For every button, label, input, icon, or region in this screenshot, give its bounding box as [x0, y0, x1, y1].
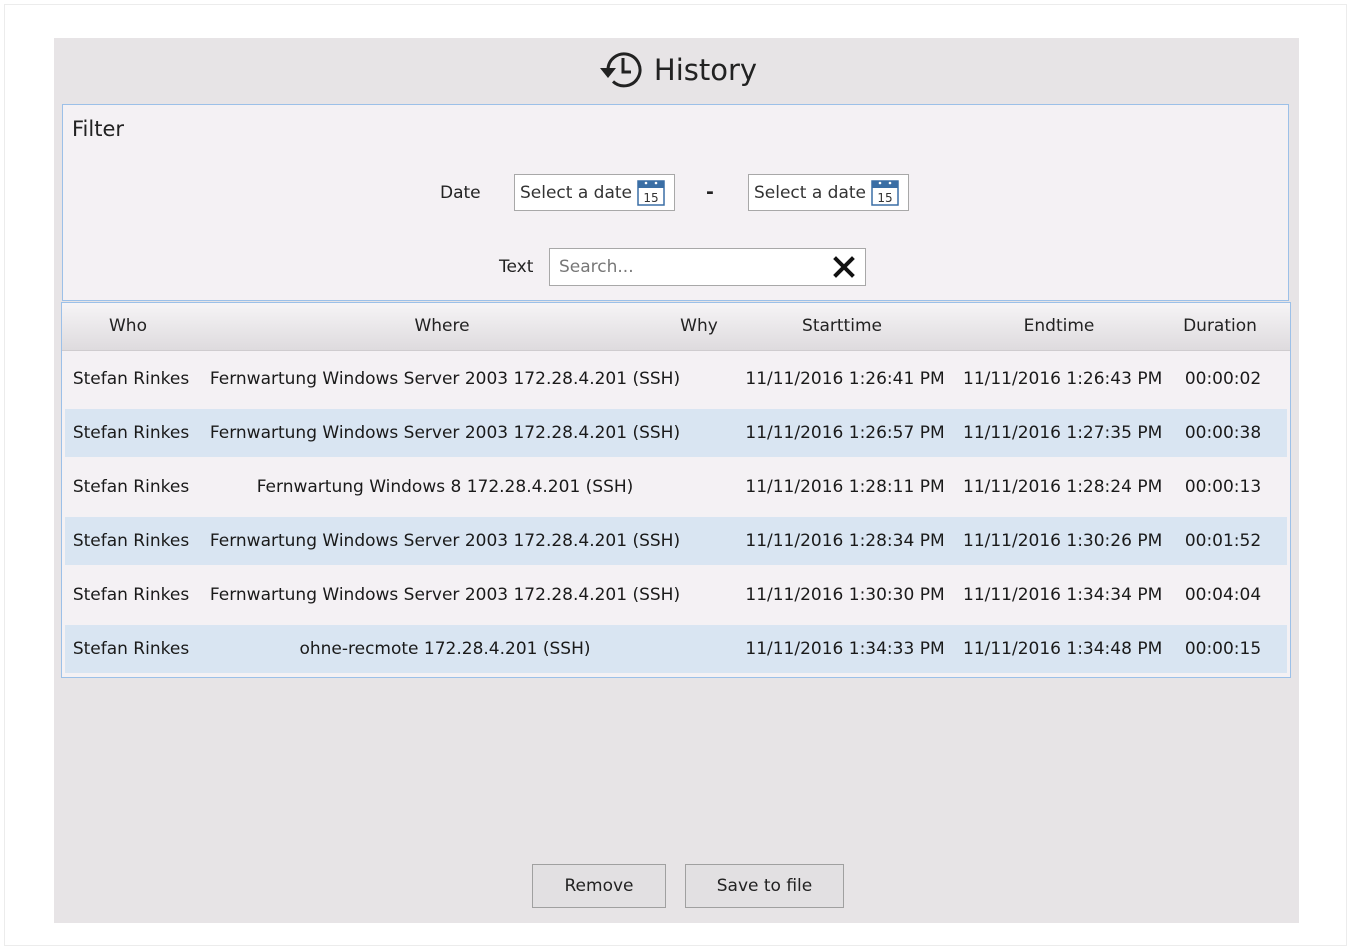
- cell-where: Fernwartung Windows Server 2003 172.28.4…: [209, 531, 681, 551]
- cell-endtime: 11/11/2016 1:34:48 PM: [963, 639, 1163, 659]
- cell-why: [677, 571, 727, 619]
- calendar-day: 15: [643, 191, 658, 205]
- table-row[interactable]: Stefan Rinkes Fernwartung Windows Server…: [65, 355, 1287, 403]
- cell-endtime: 11/11/2016 1:34:34 PM: [963, 585, 1163, 605]
- cell-starttime: 11/11/2016 1:26:41 PM: [745, 369, 945, 389]
- cell-where: Fernwartung Windows 8 172.28.4.201 (SSH): [256, 477, 634, 497]
- date-to-picker[interactable]: Select a date 15: [748, 174, 909, 211]
- close-icon[interactable]: [833, 256, 855, 278]
- text-label: Text: [499, 257, 534, 277]
- cell-endtime: 11/11/2016 1:30:26 PM: [963, 531, 1163, 551]
- cell-duration: 00:00:15: [1184, 639, 1262, 659]
- cell-where: ohne-recmote 172.28.4.201 (SSH): [299, 639, 591, 659]
- cell-starttime: 11/11/2016 1:28:34 PM: [745, 531, 945, 551]
- save-to-file-button[interactable]: Save to file: [685, 864, 844, 908]
- calendar-icon[interactable]: 15: [870, 179, 900, 207]
- table-row[interactable]: Stefan Rinkes Fernwartung Windows Server…: [65, 517, 1287, 565]
- date-to-text: Select a date: [754, 182, 867, 203]
- history-table: Who Where Why Starttime Endtime Duration…: [61, 302, 1291, 678]
- filter-title: Filter: [72, 117, 125, 141]
- cell-why: [677, 463, 727, 511]
- calendar-day: 15: [877, 191, 892, 205]
- page-title: History: [653, 53, 758, 87]
- table-row[interactable]: Stefan Rinkes Fernwartung Windows 8 172.…: [65, 463, 1287, 511]
- calendar-icon[interactable]: 15: [636, 179, 666, 207]
- column-header-who[interactable]: Who: [62, 303, 194, 350]
- cell-where: Fernwartung Windows Server 2003 172.28.4…: [209, 423, 681, 443]
- cell-who: Stefan Rinkes: [72, 639, 190, 659]
- cell-who: Stefan Rinkes: [72, 369, 190, 389]
- cell-why: [677, 409, 727, 457]
- cell-duration: 00:00:13: [1184, 477, 1262, 497]
- remove-button[interactable]: Remove: [532, 864, 666, 908]
- column-header-why[interactable]: Why: [674, 303, 724, 350]
- cell-starttime: 11/11/2016 1:28:11 PM: [745, 477, 945, 497]
- cell-duration: 00:00:02: [1184, 369, 1262, 389]
- cell-duration: 00:00:38: [1184, 423, 1262, 443]
- cell-starttime: 11/11/2016 1:26:57 PM: [745, 423, 945, 443]
- title-bar: History: [54, 38, 1299, 102]
- column-header-starttime[interactable]: Starttime: [742, 303, 942, 350]
- search-input[interactable]: [559, 257, 833, 277]
- date-from-text: Select a date: [520, 182, 633, 203]
- cell-starttime: 11/11/2016 1:30:30 PM: [745, 585, 945, 605]
- column-header-endtime[interactable]: Endtime: [960, 303, 1158, 350]
- cell-who: Stefan Rinkes: [72, 531, 190, 551]
- date-from-picker[interactable]: Select a date 15: [514, 174, 675, 211]
- cell-where: Fernwartung Windows Server 2003 172.28.4…: [209, 585, 681, 605]
- cell-starttime: 11/11/2016 1:34:33 PM: [745, 639, 945, 659]
- cell-why: [677, 355, 727, 403]
- cell-duration: 00:01:52: [1184, 531, 1262, 551]
- cell-who: Stefan Rinkes: [72, 585, 190, 605]
- table-header: Who Where Why Starttime Endtime Duration: [62, 303, 1290, 351]
- cell-endtime: 11/11/2016 1:27:35 PM: [963, 423, 1163, 443]
- table-row[interactable]: Stefan Rinkes Fernwartung Windows Server…: [65, 571, 1287, 619]
- history-window: History Filter Date Select a date 15 - S…: [54, 38, 1299, 923]
- cell-endtime: 11/11/2016 1:28:24 PM: [963, 477, 1163, 497]
- column-header-duration[interactable]: Duration: [1170, 303, 1270, 350]
- cell-why: [677, 517, 727, 565]
- cell-where: Fernwartung Windows Server 2003 172.28.4…: [209, 369, 681, 389]
- history-icon: [599, 52, 642, 88]
- table-row[interactable]: Stefan Rinkes Fernwartung Windows Server…: [65, 409, 1287, 457]
- cell-endtime: 11/11/2016 1:26:43 PM: [963, 369, 1163, 389]
- filter-panel: Filter Date Select a date 15 - Select a …: [62, 104, 1289, 301]
- table-row[interactable]: Stefan Rinkes ohne-recmote 172.28.4.201 …: [65, 625, 1287, 673]
- cell-duration: 00:04:04: [1184, 585, 1262, 605]
- cell-who: Stefan Rinkes: [72, 477, 190, 497]
- column-header-where[interactable]: Where: [202, 303, 682, 350]
- date-label: Date: [440, 183, 481, 203]
- cell-who: Stefan Rinkes: [72, 423, 190, 443]
- cell-why: [677, 625, 727, 673]
- search-field[interactable]: [549, 248, 866, 286]
- date-range-separator: -: [706, 181, 714, 203]
